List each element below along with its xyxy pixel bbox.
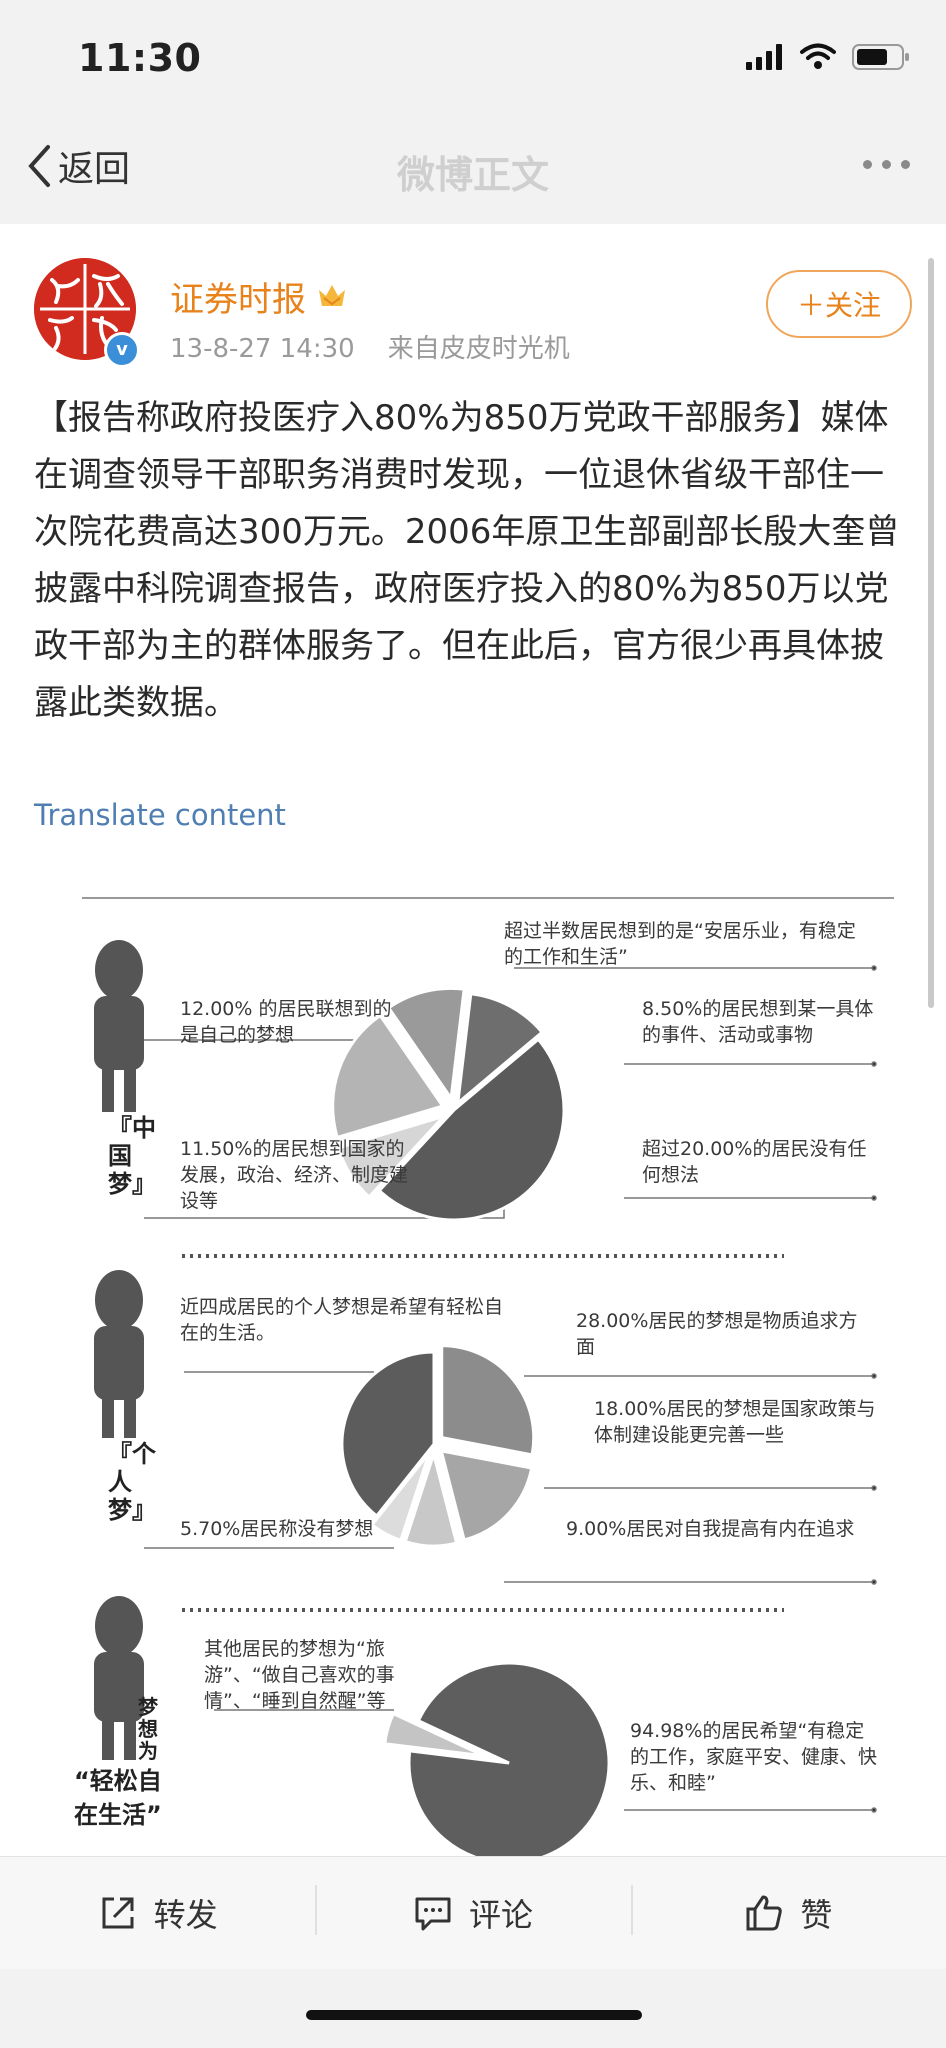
note-5-7-percent: 5.70%居民称没有梦想 bbox=[180, 1518, 374, 1540]
repost-button[interactable]: 转发 bbox=[0, 1857, 315, 1969]
cellular-signal-icon bbox=[746, 44, 782, 70]
more-dot bbox=[863, 160, 872, 169]
post-meta: 13-8-27 14:30 来自皮皮时光机 bbox=[170, 328, 570, 365]
like-button[interactable]: 赞 bbox=[630, 1857, 946, 1969]
note-8-5-percent: 8.50%的居民想到某一具体的事件、活动或事物 bbox=[642, 998, 874, 1046]
more-dot bbox=[882, 160, 891, 169]
note-40-percent: 近四成居民的个人梦想是希望有轻松自在的生活。 bbox=[180, 1296, 504, 1344]
verified-badge-icon: v bbox=[104, 332, 140, 368]
section-label-relaxed-big: “轻松自在生活” bbox=[74, 1767, 162, 1829]
follow-button[interactable]: ＋关注 bbox=[766, 270, 912, 338]
note-18-percent: 18.00%居民的梦想是国家政策与体制建设能更完善一些 bbox=[594, 1398, 876, 1446]
note-94-98-percent: 94.98%的居民希望“有稳定的工作，家庭平安、健康、快乐、和睦” bbox=[630, 1720, 878, 1794]
translate-link[interactable]: Translate content bbox=[34, 798, 286, 832]
thumbs-up-icon bbox=[746, 1895, 783, 1931]
more-options-button[interactable] bbox=[863, 160, 910, 169]
battery-icon bbox=[852, 44, 909, 70]
comment-label: 评论 bbox=[468, 1896, 533, 1934]
section-label-personal-dream: 『个人梦』 bbox=[108, 1440, 156, 1524]
action-toolbar: 转发 评论 赞 bbox=[0, 1856, 946, 1969]
author-name-text: 证券时报 bbox=[170, 280, 306, 320]
section-label-china-dream: 『中国梦』 bbox=[108, 1114, 156, 1198]
scrollbar[interactable] bbox=[928, 258, 934, 1008]
comment-icon bbox=[415, 1897, 451, 1931]
home-indicator bbox=[306, 2010, 642, 2020]
member-crown-icon bbox=[319, 284, 345, 306]
note-12-percent: 12.00% 的居民联想到的是自己的梦想 bbox=[180, 998, 392, 1046]
note-20-percent: 超过20.00%的居民没有任何想法 bbox=[642, 1138, 867, 1186]
pie-slice bbox=[440, 1344, 536, 1457]
infographic-image[interactable]: 『中国梦』 『个人梦』 梦想为 “轻松自在生活” 超过半数居民想到的是“安居乐业… bbox=[64, 888, 900, 1856]
status-time: 11:30 bbox=[78, 36, 202, 80]
status-icons bbox=[746, 40, 910, 74]
author-name[interactable]: 证券时报 bbox=[170, 272, 348, 321]
note-11-5-percent: 11.50%的居民想到国家的发展，政治、经济、制度建设等 bbox=[180, 1138, 409, 1212]
post-source: 来自皮皮时光机 bbox=[387, 334, 570, 364]
wifi-icon bbox=[800, 43, 836, 69]
note-other-dreams: 其他居民的梦想为“旅游”、“做自己喜欢的事情”、“睡到自然醒”等 bbox=[204, 1638, 395, 1712]
section-label-relaxed-small: 梦想为 bbox=[138, 1695, 158, 1763]
repost-label: 转发 bbox=[153, 1896, 218, 1934]
post-text: 【报告称政府投医疗入80%为850万党政干部服务】媒体在调查领导干部职务消费时发… bbox=[34, 398, 900, 723]
like-label: 赞 bbox=[800, 1896, 833, 1934]
share-icon bbox=[102, 1897, 134, 1929]
note-9-percent: 9.00%居民对自我提高有内在追求 bbox=[566, 1518, 855, 1540]
post-timestamp: 13-8-27 14:30 bbox=[170, 334, 355, 364]
comment-button[interactable]: 评论 bbox=[315, 1857, 630, 1969]
more-dot bbox=[901, 160, 910, 169]
pie-slice bbox=[439, 1448, 534, 1542]
page-title: 微博正文 bbox=[396, 153, 549, 197]
note-28-percent: 28.00%居民的梦想是物质追求方面 bbox=[576, 1310, 858, 1358]
note-majority: 超过半数居民想到的是“安居乐业，有稳定的工作和生活” bbox=[504, 920, 856, 968]
